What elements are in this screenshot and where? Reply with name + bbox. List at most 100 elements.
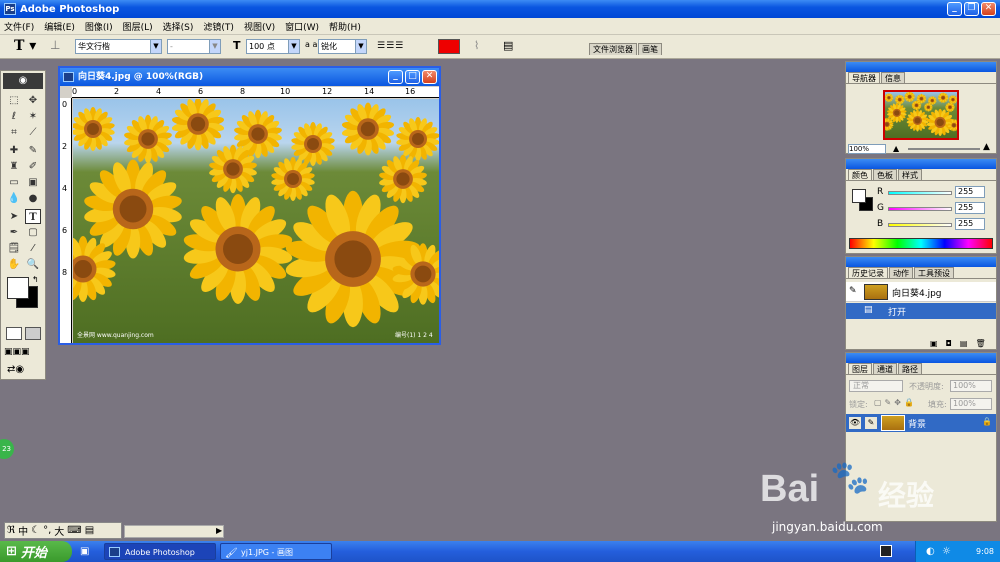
zoom-in-icon[interactable]: ▲ (983, 142, 990, 152)
history-footer-icons[interactable]: ▣◘▤🗑 (930, 339, 994, 348)
brush-link-icon[interactable]: ✎ (865, 417, 877, 429)
doc-maximize-icon[interactable]: □ (405, 70, 420, 84)
task-photoshop[interactable]: Adobe Photoshop (104, 543, 216, 560)
tab-styles[interactable]: 样式 (898, 169, 922, 180)
font-style-select[interactable]: - ▼ (167, 39, 221, 54)
align-right-icon[interactable]: ☰ (395, 41, 404, 51)
align-center-icon[interactable]: ☰ (386, 41, 395, 51)
path-selection-tool-icon[interactable]: ➤ (6, 209, 22, 224)
menu-select[interactable]: 选择(S) (163, 20, 194, 33)
tab-file-browser[interactable]: 文件浏览器 (589, 43, 637, 55)
color-ramp[interactable] (849, 238, 993, 249)
jump-to-imageready-icon[interactable]: ⇄◉ (7, 364, 24, 375)
fill-field[interactable]: 100% (950, 398, 992, 410)
magic-wand-tool-icon[interactable]: ✶ (25, 109, 41, 124)
font-size-select[interactable]: 100 点 ▼ (246, 39, 300, 54)
history-brush-tool-icon[interactable]: ✐ (25, 159, 41, 174)
volume-icon[interactable]: ☼ (942, 541, 951, 562)
navigator-thumbnail[interactable] (883, 90, 959, 140)
text-color-swatch[interactable] (438, 39, 460, 54)
quicklaunch-icon[interactable]: ▣ (80, 546, 89, 557)
type-tool-icon[interactable]: T (25, 209, 41, 224)
ime-logo-icon[interactable]: ℜ (7, 525, 15, 536)
shape-tool-icon[interactable]: ▢ (25, 225, 41, 240)
ime-menu-icon[interactable]: ▤ (85, 525, 94, 536)
warp-text-icon[interactable]: ⌇ (474, 39, 479, 52)
history-snapshot-row[interactable]: ✎ 向日葵4.jpg (846, 282, 996, 302)
adobe-online-icon[interactable]: ◉ (3, 73, 43, 89)
punctuation-icon[interactable]: °, (43, 525, 51, 536)
palettes-toggle-icon[interactable]: ▤ (503, 39, 513, 52)
tab-navigator[interactable]: 导航器 (848, 72, 880, 83)
text-orientation-icon[interactable]: ⊥ (50, 38, 60, 52)
foreground-color-swatch[interactable] (7, 277, 29, 299)
menu-window[interactable]: 窗口(W) (285, 20, 319, 33)
menu-file[interactable]: 文件(F) (4, 20, 34, 33)
crop-tool-icon[interactable]: ⌗ (6, 125, 22, 140)
eyedropper-tool-icon[interactable]: ⁄ (25, 241, 41, 256)
eye-icon[interactable]: 👁 (849, 417, 861, 429)
history-brush-source-icon[interactable]: ✎ (849, 286, 857, 296)
screen-mode-icons[interactable]: ▣▣▣ (4, 347, 30, 357)
tab-swatches[interactable]: 色板 (873, 169, 897, 180)
dodge-tool-icon[interactable]: ● (25, 191, 41, 206)
tab-actions[interactable]: 动作 (889, 267, 913, 278)
brush-tool-icon[interactable]: ✎ (25, 143, 41, 158)
zoom-tool-icon[interactable]: 🔍 (25, 257, 41, 272)
menu-view[interactable]: 视图(V) (244, 20, 275, 33)
tab-tool-presets[interactable]: 工具预设 (914, 267, 954, 278)
lock-icons[interactable]: ▢✎✥🔒 (874, 398, 917, 407)
tab-channels[interactable]: 通道 (873, 363, 897, 374)
swap-colors-icon[interactable]: ↰ (32, 275, 39, 284)
hand-tool-icon[interactable]: ✋ (6, 257, 22, 272)
standard-mode-icon[interactable] (6, 327, 22, 340)
clone-stamp-tool-icon[interactable]: ♜ (6, 159, 22, 174)
tab-history[interactable]: 历史记录 (848, 267, 888, 278)
menu-image[interactable]: 图像(I) (85, 20, 113, 33)
tab-color[interactable]: 颜色 (848, 169, 872, 180)
close-icon[interactable]: ✕ (981, 2, 996, 16)
zoom-slider[interactable] (908, 148, 980, 150)
keyboard-icon[interactable]: ⌨ (67, 525, 81, 536)
horizontal-ruler[interactable]: 0 2 4 6 8 10 12 14 16 (72, 87, 439, 98)
tab-brushes[interactable]: 画笔 (638, 43, 662, 55)
opacity-field[interactable]: 100% (950, 380, 992, 392)
gradient-tool-icon[interactable]: ▣ (25, 175, 41, 190)
lasso-tool-icon[interactable]: ℓ (6, 109, 22, 124)
ime-width[interactable]: 大 (54, 523, 64, 538)
task-paint[interactable]: 🖌 yj1.JPG - 画图 (220, 543, 332, 560)
layer-row-background[interactable]: 👁 ✎ 背景 🔒 (846, 414, 996, 432)
tab-info[interactable]: 信息 (881, 72, 905, 83)
menu-edit[interactable]: 编辑(E) (44, 20, 75, 33)
blue-slider[interactable] (888, 223, 952, 227)
font-family-select[interactable]: 华文行楷 ▼ (75, 39, 162, 54)
moon-icon[interactable]: ☾ (31, 525, 40, 536)
marquee-tool-icon[interactable]: ⬚ (6, 93, 22, 108)
zoom-field[interactable]: 100% (848, 144, 886, 154)
quick-mask-icon[interactable] (25, 327, 41, 340)
blue-value[interactable]: 255 (955, 218, 985, 230)
healing-brush-tool-icon[interactable]: ✚ (6, 143, 22, 158)
green-slider[interactable] (888, 207, 952, 211)
doc-close-icon[interactable]: ✕ (422, 70, 437, 84)
vertical-ruler[interactable]: 0 2 4 6 8 (60, 98, 72, 343)
red-value[interactable]: 255 (955, 186, 985, 198)
color-fg-swatch[interactable] (852, 189, 866, 203)
pen-tool-icon[interactable]: ✒ (6, 225, 22, 240)
red-slider[interactable] (888, 191, 952, 195)
network-icon[interactable]: ◐ (926, 541, 935, 562)
start-button[interactable]: ⊞ 开始 (0, 541, 72, 562)
text-tool-preset-icon[interactable]: T ▾ (14, 38, 36, 54)
green-value[interactable]: 255 (955, 202, 985, 214)
menu-filter[interactable]: 滤镜(T) (203, 20, 234, 33)
restore-icon[interactable]: ❐ (964, 2, 979, 16)
menu-layer[interactable]: 图层(L) (123, 20, 153, 33)
notes-tool-icon[interactable]: 🗒 (6, 241, 22, 256)
align-left-icon[interactable]: ☰ (377, 41, 386, 51)
minimize-icon[interactable]: _ (947, 2, 962, 16)
tab-paths[interactable]: 路径 (898, 363, 922, 374)
eraser-tool-icon[interactable]: ▭ (6, 175, 22, 190)
anti-alias-select[interactable]: 锐化 ▼ (318, 39, 367, 54)
zoom-out-icon[interactable]: ▲ (893, 144, 899, 153)
tab-layers[interactable]: 图层 (848, 363, 872, 374)
